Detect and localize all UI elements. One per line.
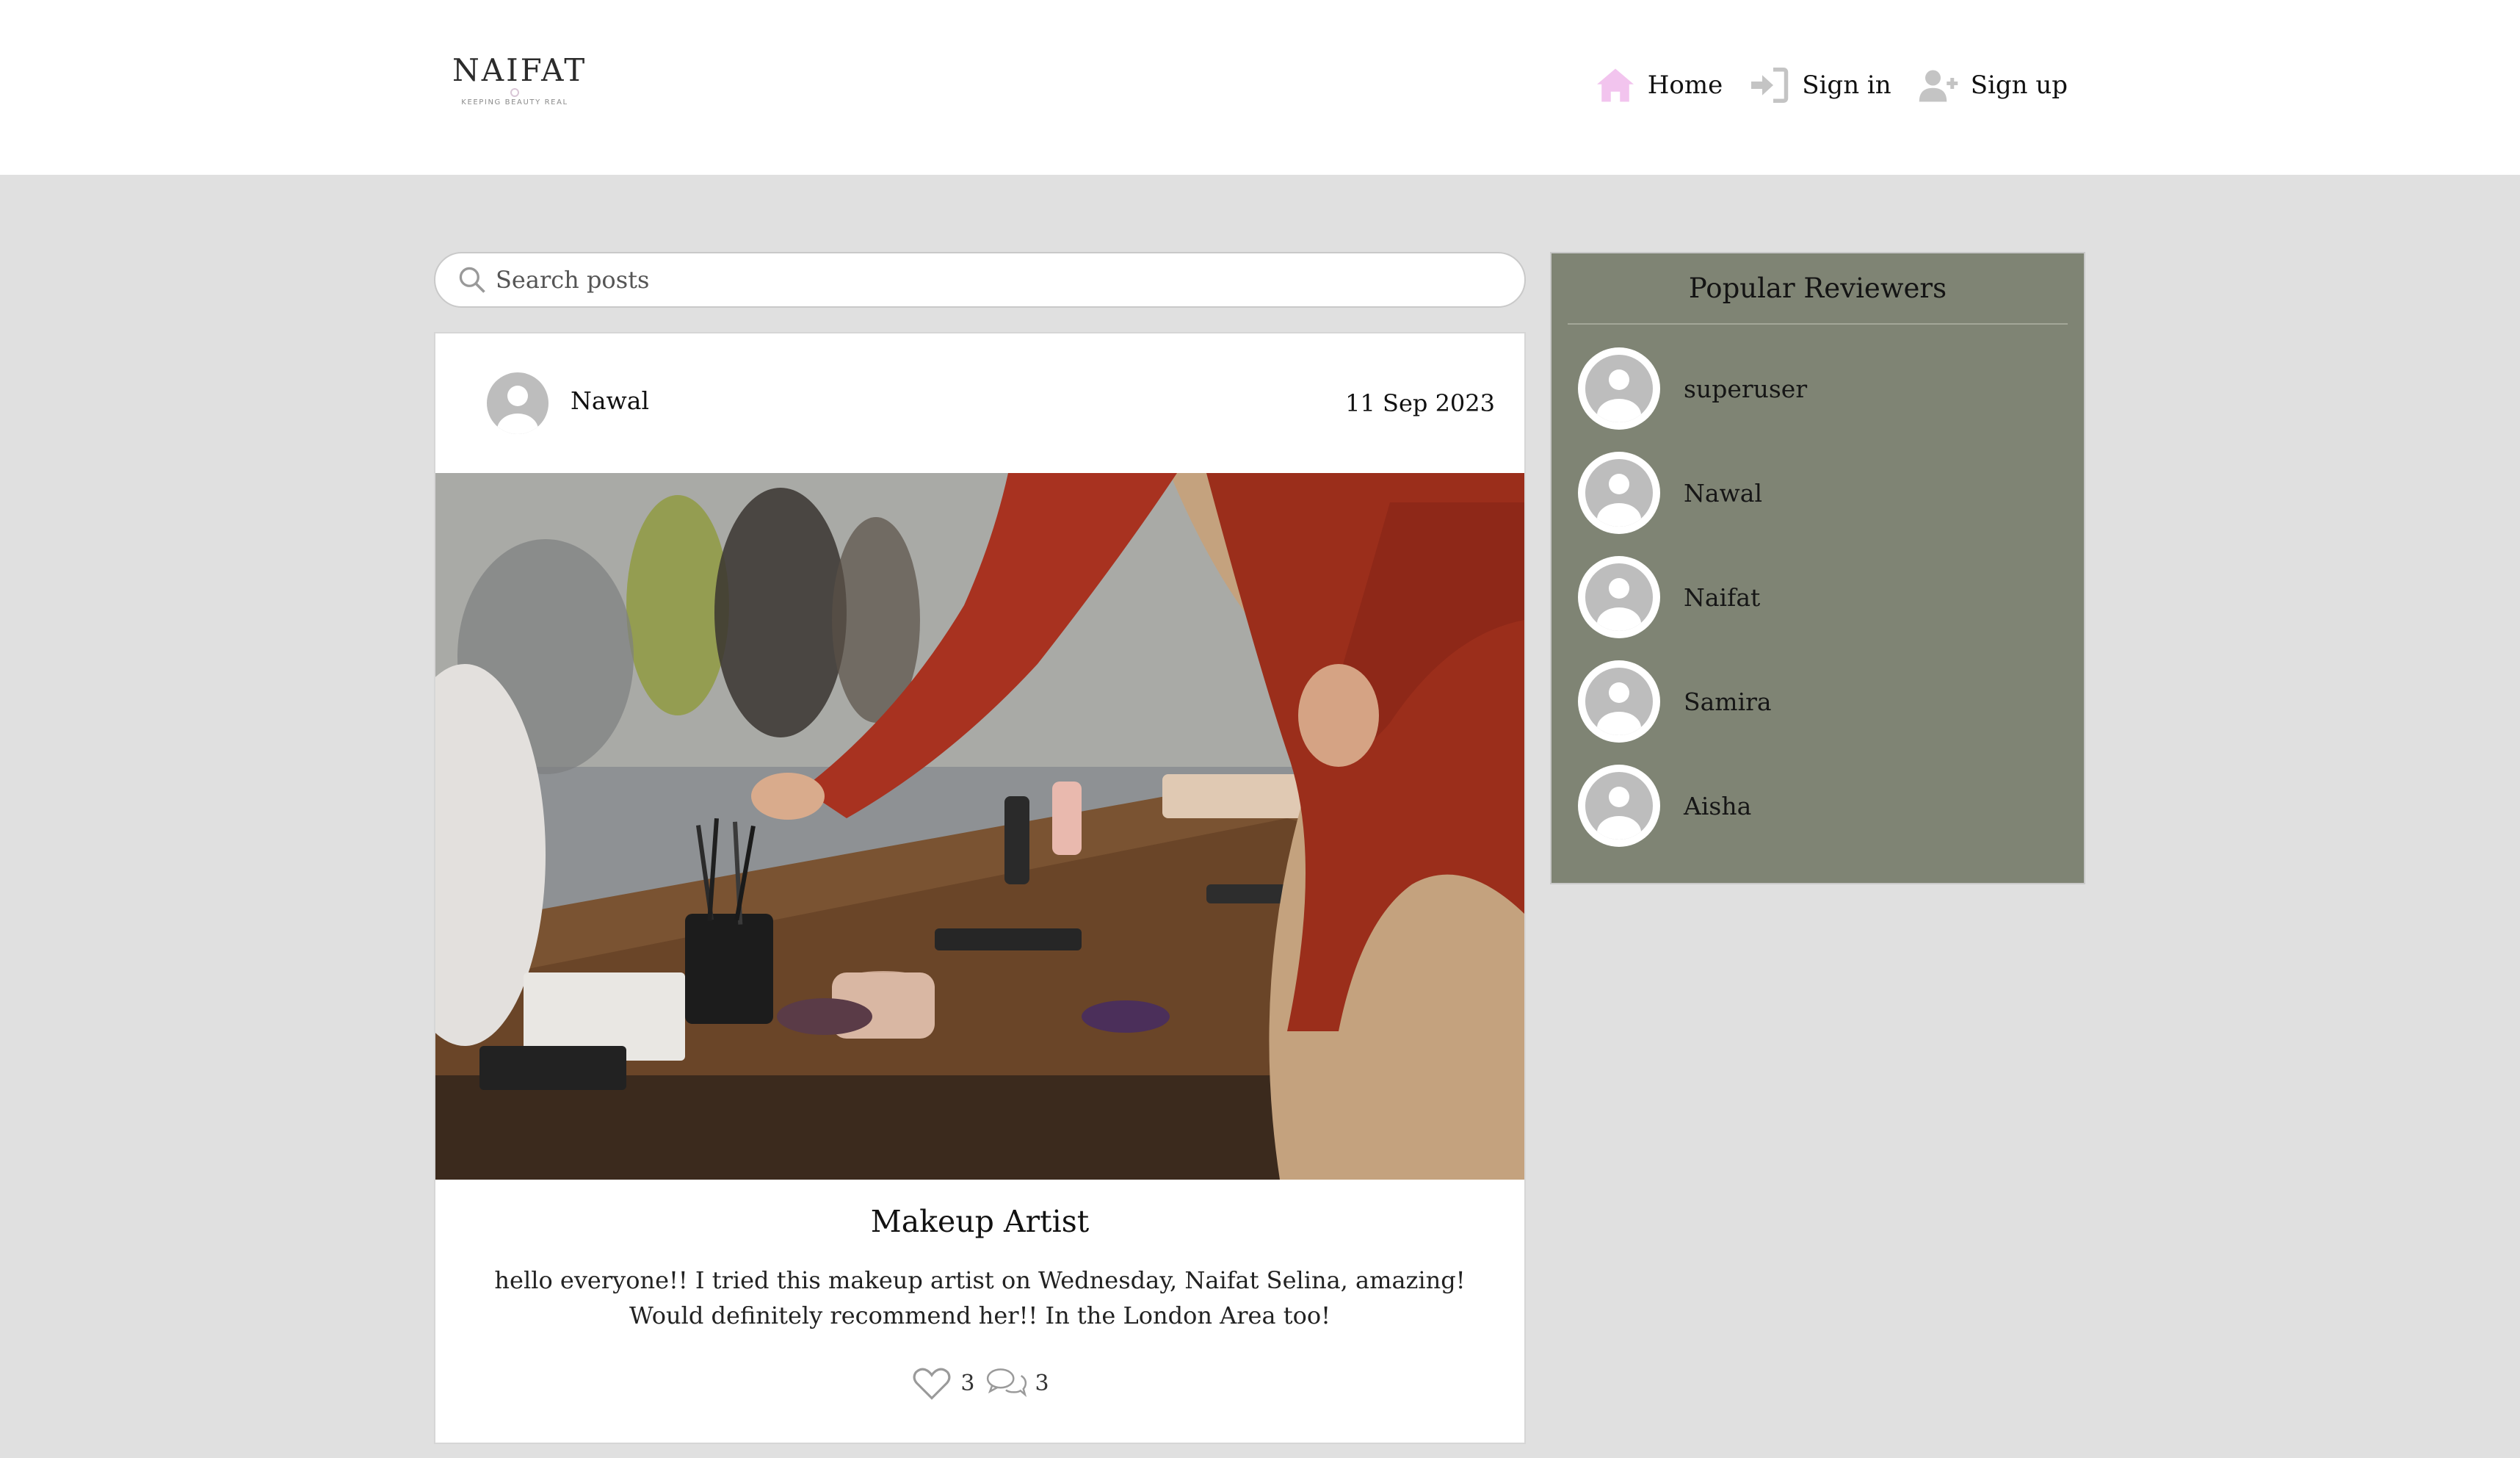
nav-sign-in-label: Sign in (1802, 71, 1891, 100)
home-icon (1596, 68, 1634, 102)
author-avatar[interactable] (487, 372, 548, 434)
avatar (1578, 556, 1660, 638)
reviewer-item-samira[interactable]: Samira (1578, 660, 2055, 743)
post-image[interactable] (435, 473, 1524, 1180)
user-plus-icon (1919, 70, 1958, 102)
avatar (1578, 660, 1660, 743)
avatar (1578, 765, 1660, 847)
reviewer-item-naifat[interactable]: Naifat (1578, 556, 2055, 638)
search-icon (459, 267, 485, 293)
like-button[interactable]: 3 (910, 1362, 975, 1404)
brand-tagline: KEEPING BEAUTY REAL (461, 98, 568, 107)
main-nav: Home Sign in Sign up (1593, 63, 2068, 107)
avatar (1578, 452, 1660, 534)
reviewer-name: superuser (1684, 374, 1808, 403)
nav-home[interactable]: Home (1593, 63, 1723, 107)
brand-name: NAIFAT (452, 52, 587, 88)
search-bar (434, 252, 1526, 308)
popular-reviewers-panel: Popular Reviewers superuser Nawal Naifat… (1550, 252, 2085, 884)
reviewer-name: Samira (1684, 687, 1772, 716)
like-count: 3 (960, 1370, 975, 1396)
nav-sign-up[interactable]: Sign up (1916, 63, 2068, 107)
reviewer-name: Aisha (1684, 791, 1752, 820)
comment-count: 3 (1035, 1370, 1049, 1396)
heart-icon (913, 1368, 951, 1400)
search-input[interactable] (494, 258, 1507, 302)
reviewer-item-superuser[interactable]: superuser (1578, 347, 2055, 430)
site-header: NAIFAT KEEPING BEAUTY REAL Home Sign in … (0, 0, 2520, 175)
post-date: 11 Sep 2023 (1345, 389, 1495, 417)
makeup-table-photo (435, 473, 1524, 1180)
reviewer-item-aisha[interactable]: Aisha (1578, 765, 2055, 847)
nav-sign-in[interactable]: Sign in (1748, 63, 1891, 107)
reviewer-item-nawal[interactable]: Nawal (1578, 452, 2055, 534)
comment-button[interactable]: 3 (985, 1362, 1049, 1404)
logo-ornament (510, 88, 519, 97)
sidebar-title: Popular Reviewers (1688, 273, 1947, 304)
avatar (1578, 347, 1660, 430)
sidebar-divider (1568, 323, 2068, 325)
post-author[interactable]: Nawal (571, 386, 649, 415)
sign-in-icon (1751, 68, 1789, 103)
reviewer-name: Nawal (1684, 478, 1763, 508)
post-title[interactable]: Makeup Artist (435, 1204, 1524, 1239)
comments-icon (986, 1368, 1027, 1398)
brand-logo[interactable]: NAIFAT KEEPING BEAUTY REAL (452, 52, 587, 107)
reviewer-name: Naifat (1684, 582, 1761, 612)
post-actions: 3 3 (435, 1362, 1524, 1404)
nav-sign-up-label: Sign up (1970, 71, 2068, 100)
nav-home-label: Home (1647, 71, 1723, 100)
post-body: hello everyone!! I tried this makeup art… (494, 1266, 1466, 1329)
post-card: Nawal 11 Sep 2023 Makeup Artist hello ev… (434, 332, 1526, 1444)
